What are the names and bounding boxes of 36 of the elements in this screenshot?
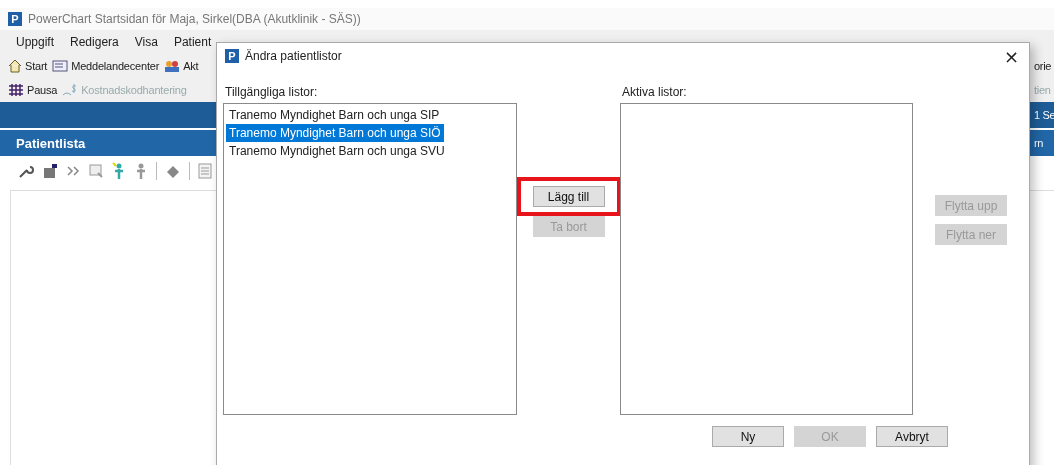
close-button[interactable]: × (999, 45, 1023, 67)
menu-item[interactable]: Patient (173, 35, 212, 49)
list-icon[interactable] (198, 163, 212, 179)
list-item[interactable]: Tranemo Myndighet Barn och unga SIP (226, 106, 443, 124)
people-icon (164, 60, 181, 72)
list-label: Aktiva listor: (622, 85, 688, 99)
list-item[interactable]: Tranemo Myndighet Barn och unga SVU (226, 142, 448, 160)
menu-item[interactable]: Visa (134, 35, 158, 49)
app-logo: P (8, 12, 22, 26)
envelope-icon (52, 60, 69, 72)
dialog-button[interactable]: Avbryt (876, 426, 948, 447)
wrench-icon[interactable] (18, 163, 34, 179)
double-chevron-icon[interactable] (66, 165, 80, 177)
window-title: PowerChart Startsidan för Maja, Sirkel(DBA (Akutklinik - SÄS)) (28, 12, 361, 26)
document-icon[interactable] (88, 163, 104, 179)
person-icon[interactable] (112, 162, 126, 180)
app-logo: P (225, 49, 239, 63)
header-text: rn (1034, 137, 1044, 149)
panel-title: Patientlista (16, 135, 86, 151)
person-icon[interactable] (134, 162, 148, 180)
toolbar-button[interactable]: Pausa (27, 84, 58, 96)
grid-icon (8, 83, 24, 97)
house-icon (8, 59, 22, 73)
menu-item[interactable]: Redigera (70, 35, 119, 49)
toolbar-button[interactable]: Akt (183, 60, 199, 72)
toolbar-button[interactable]: orie (1034, 60, 1052, 72)
dialog-button[interactable]: Ny (712, 426, 784, 447)
list-item[interactable]: Tranemo Myndighet Barn och unga SIÖ (226, 124, 444, 142)
dialog-title: Ändra patientlistor (245, 49, 342, 63)
list-label: Tillgängliga listor: (225, 85, 319, 99)
menu-item[interactable]: Uppgift (16, 35, 55, 49)
add-button[interactable]: Lägg till (532, 186, 605, 207)
dollar-icon (62, 83, 79, 97)
available-list[interactable]: Tranemo Myndighet Barn och unga SIP Tranemo Myndighet Barn och unga SIÖ Tranemo Myndighet Barn och unga SVU (223, 103, 517, 415)
toolbar-button[interactable]: Meddelandecenter (71, 60, 160, 72)
toolbar-button[interactable]: Start (25, 60, 48, 72)
